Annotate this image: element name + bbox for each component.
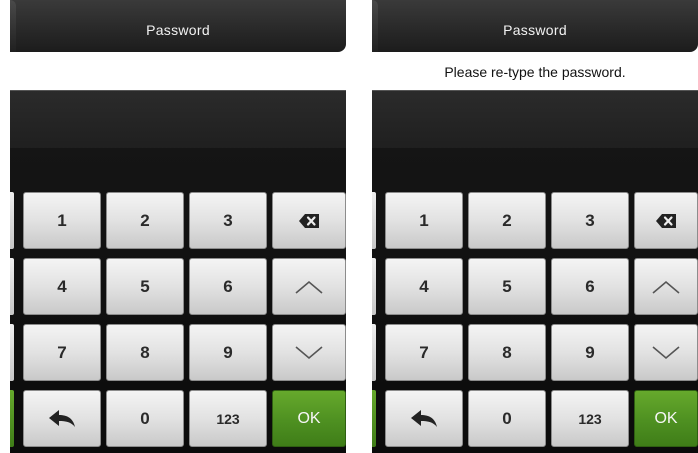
mode-key[interactable]: 123 (189, 390, 267, 447)
key-6[interactable]: 6 (189, 258, 267, 315)
key-5[interactable]: 5 (106, 258, 184, 315)
ok-button[interactable]: OK (272, 390, 346, 447)
keypad-edge (372, 324, 376, 381)
down-key[interactable] (272, 324, 346, 381)
back-arrow-icon (48, 409, 76, 429)
key-2[interactable]: 2 (468, 192, 546, 249)
chevron-down-icon (651, 345, 681, 361)
key-4[interactable]: 4 (385, 258, 463, 315)
keypad-edge (372, 192, 376, 249)
up-key[interactable] (634, 258, 698, 315)
key-3[interactable]: 3 (189, 192, 267, 249)
chevron-down-icon (294, 345, 324, 361)
back-key[interactable] (385, 390, 463, 447)
title-bar: Password (10, 0, 346, 52)
ok-button[interactable]: OK (634, 390, 698, 447)
key-5[interactable]: 5 (468, 258, 546, 315)
keypad-edge (10, 390, 14, 447)
title-bar: Password (372, 0, 698, 52)
down-key[interactable] (634, 324, 698, 381)
key-1[interactable]: 1 (23, 192, 101, 249)
key-6[interactable]: 6 (551, 258, 629, 315)
chevron-up-icon (651, 279, 681, 295)
key-4[interactable]: 4 (23, 258, 101, 315)
key-8[interactable]: 8 (106, 324, 184, 381)
backspace-icon (655, 213, 677, 229)
page-title: Password (503, 22, 567, 38)
password-confirm-screen: Password Please re-type the password. 1 … (372, 0, 698, 453)
back-arrow-icon (410, 409, 438, 429)
keypad-edge (372, 258, 376, 315)
keypad: 1 2 3 4 5 6 7 8 9 0 123 OK (10, 148, 346, 453)
keypad-edge (372, 390, 376, 447)
key-9[interactable]: 9 (189, 324, 267, 381)
backspace-key[interactable] (272, 192, 346, 249)
prompt-text (10, 52, 346, 90)
page-title: Password (146, 22, 210, 38)
backspace-key[interactable] (634, 192, 698, 249)
keypad-edge (10, 324, 14, 381)
keypad-edge (10, 258, 14, 315)
up-key[interactable] (272, 258, 346, 315)
key-0[interactable]: 0 (106, 390, 184, 447)
key-0[interactable]: 0 (468, 390, 546, 447)
chevron-up-icon (294, 279, 324, 295)
backspace-icon (298, 213, 320, 229)
key-1[interactable]: 1 (385, 192, 463, 249)
back-key[interactable] (23, 390, 101, 447)
keypad-edge (10, 192, 14, 249)
mode-key[interactable]: 123 (551, 390, 629, 447)
key-9[interactable]: 9 (551, 324, 629, 381)
prompt-text: Please re-type the password. (372, 52, 698, 90)
key-8[interactable]: 8 (468, 324, 546, 381)
password-input[interactable] (10, 90, 346, 150)
key-2[interactable]: 2 (106, 192, 184, 249)
key-7[interactable]: 7 (385, 324, 463, 381)
password-screen: Password 1 2 3 4 5 6 7 8 9 0 123 OK (10, 0, 346, 453)
key-3[interactable]: 3 (551, 192, 629, 249)
keypad: 1 2 3 4 5 6 7 8 9 0 123 OK (372, 148, 698, 453)
key-7[interactable]: 7 (23, 324, 101, 381)
password-input[interactable] (372, 90, 698, 150)
